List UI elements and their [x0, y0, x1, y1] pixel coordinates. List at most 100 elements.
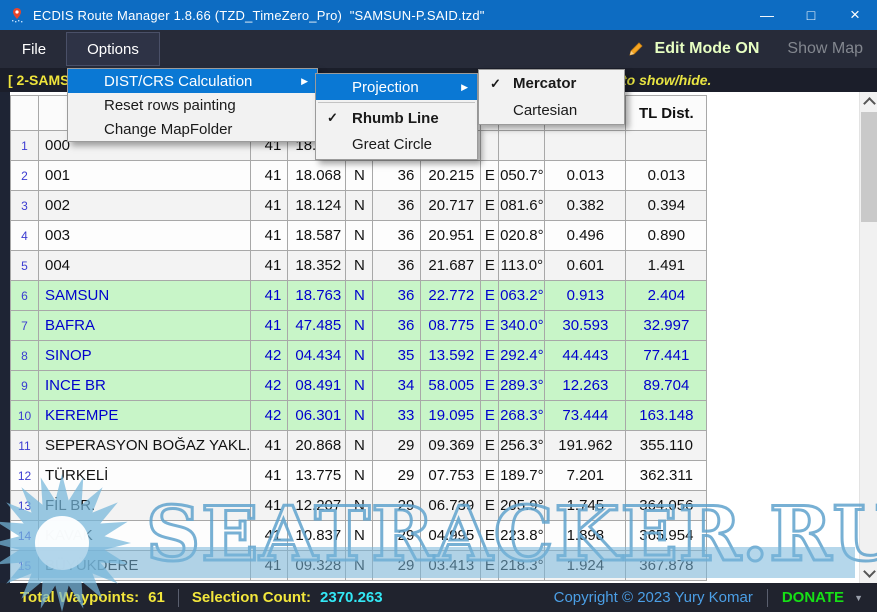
cell-name: INCE BR	[39, 371, 251, 401]
cell-name: SAMSUN	[39, 281, 251, 311]
cell-lon-deg: 29	[373, 491, 421, 521]
submenu-arrow-icon: ▶	[301, 76, 308, 87]
table-row[interactable]: 12 TÜRKELİ 41 13.775 N 29 07.753 E 189.7…	[11, 461, 707, 491]
table-row[interactable]: 4 003 41 18.587 N 36 20.951 E 020.8° 0.4…	[11, 221, 707, 251]
menu-item-change-mapfolder[interactable]: Change MapFolder	[68, 117, 317, 141]
row-number: 14	[11, 521, 39, 551]
cell-lon-deg: 36	[373, 311, 421, 341]
cell-dist: 0.496	[545, 221, 626, 251]
cell-ns: N	[346, 521, 373, 551]
donate-button[interactable]: DONATE	[782, 589, 844, 606]
cell-name: BAFRA	[39, 311, 251, 341]
menu-item-dist-crs-calculation[interactable]: DIST/CRS Calculation ▶	[68, 69, 317, 93]
row-number: 15	[11, 551, 39, 581]
cell-ns: N	[346, 341, 373, 371]
calc-submenu: Projection ▶ ✓ Rhumb Line Great Circle	[315, 73, 478, 160]
vertical-scrollbar[interactable]	[859, 92, 877, 583]
table-row[interactable]: 8 SINOP 42 04.434 N 35 13.592 E 292.4° 4…	[11, 341, 707, 371]
table-row[interactable]: 7 BAFRA 41 47.485 N 36 08.775 E 340.0° 3…	[11, 311, 707, 341]
table-row[interactable]: 10 KEREMPE 42 06.301 N 33 19.095 E 268.3…	[11, 401, 707, 431]
menu-item-label: Change MapFolder	[104, 121, 232, 138]
cell-dist: 0.601	[545, 251, 626, 281]
cell-lat-deg: 41	[251, 281, 288, 311]
cell-ns: N	[346, 221, 373, 251]
total-waypoints-label: Total Waypoints:	[20, 589, 139, 606]
cell-lon-deg: 34	[373, 371, 421, 401]
menu-item-label: Mercator	[513, 75, 576, 92]
cell-course: 205.9°	[499, 491, 545, 521]
cell-dist: 1.924	[545, 551, 626, 581]
cell-tl-dist	[626, 131, 707, 161]
menu-item-label: Rhumb Line	[352, 110, 439, 127]
scrollbar-thumb[interactable]	[861, 112, 877, 222]
menu-file[interactable]: File	[10, 32, 58, 66]
total-waypoints-value: 61	[148, 589, 165, 606]
cell-ew	[481, 131, 499, 161]
edit-mode-toggle[interactable]: Edit Mode ON	[655, 40, 760, 58]
table-row[interactable]: 9 INCE BR 42 08.491 N 34 58.005 E 289.3°…	[11, 371, 707, 401]
cell-ns: N	[346, 251, 373, 281]
cell-lon-min: 13.592	[421, 341, 481, 371]
cell-name: TÜRKELİ	[39, 461, 251, 491]
cell-course: 063.2°	[499, 281, 545, 311]
cell-lat-min: 08.491	[288, 371, 346, 401]
menu-item-mercator[interactable]: ✓ Mercator	[479, 70, 624, 97]
row-number: 10	[11, 401, 39, 431]
cell-course: 020.8°	[499, 221, 545, 251]
menu-item-label: Reset rows painting	[104, 97, 236, 114]
cell-name: 003	[39, 221, 251, 251]
cell-lat-deg: 42	[251, 371, 288, 401]
cell-ew: E	[481, 371, 499, 401]
table-body: 1 000 41 18.060 2 001 41 18.068 N 36 20.…	[11, 131, 707, 581]
menu-item-rhumb-line[interactable]: ✓ Rhumb Line	[316, 105, 477, 131]
cell-name: 004	[39, 251, 251, 281]
minimize-button[interactable]: —	[745, 0, 789, 30]
cell-lon-deg: 35	[373, 341, 421, 371]
cell-lat-deg: 41	[251, 311, 288, 341]
content-area: TL Dist. 1 000 41 18.060 2 001 41 18.068…	[0, 92, 877, 583]
cell-tl-dist: 365.954	[626, 521, 707, 551]
table-row[interactable]: 15 BÜYÜKDERE 41 09.328 N 29 03.413 E 218…	[11, 551, 707, 581]
menubar-right: Edit Mode ON Show Map	[627, 30, 863, 68]
menu-item-label: DIST/CRS Calculation	[104, 73, 252, 90]
show-map-button[interactable]: Show Map	[787, 40, 863, 58]
table-row[interactable]: 5 004 41 18.352 N 36 21.687 E 113.0° 0.6…	[11, 251, 707, 281]
scroll-up-button[interactable]	[860, 92, 877, 112]
close-button[interactable]: ×	[833, 0, 877, 30]
cell-lon-min: 21.687	[421, 251, 481, 281]
cell-lat-min: 09.328	[288, 551, 346, 581]
cell-dist: 191.962	[545, 431, 626, 461]
scroll-down-button[interactable]	[860, 563, 877, 583]
caret-down-icon[interactable]: ▼	[854, 593, 863, 603]
table-row[interactable]: 14 KAVAK 41 10.837 N 29 04.995 E 223.8° …	[11, 521, 707, 551]
menu-options[interactable]: Options	[66, 32, 160, 66]
cell-tl-dist: 0.013	[626, 161, 707, 191]
cell-lat-deg: 41	[251, 221, 288, 251]
cell-lat-deg: 41	[251, 551, 288, 581]
table-row[interactable]: 2 001 41 18.068 N 36 20.215 E 050.7° 0.0…	[11, 161, 707, 191]
table-row[interactable]: 11 SEPERASYON BOĞAZ YAKL. 41 20.868 N 29…	[11, 431, 707, 461]
cell-course: 113.0°	[499, 251, 545, 281]
table-row[interactable]: 13 FİL BR. 41 12.207 N 29 06.739 E 205.9…	[11, 491, 707, 521]
cell-course: 218.3°	[499, 551, 545, 581]
cell-lon-min: 06.739	[421, 491, 481, 521]
cell-dist	[545, 131, 626, 161]
checkmark-icon: ✓	[490, 76, 501, 92]
table-row[interactable]: 3 002 41 18.124 N 36 20.717 E 081.6° 0.3…	[11, 191, 707, 221]
maximize-button[interactable]: □	[789, 0, 833, 30]
cell-ew: E	[481, 311, 499, 341]
cell-lon-min: 20.951	[421, 221, 481, 251]
cell-ns: N	[346, 551, 373, 581]
menu-item-cartesian[interactable]: Cartesian	[479, 97, 624, 124]
menu-item-great-circle[interactable]: Great Circle	[316, 131, 477, 157]
cell-name: SEPERASYON BOĞAZ YAKL.	[39, 431, 251, 461]
cell-lat-min: 18.587	[288, 221, 346, 251]
menu-item-projection[interactable]: Projection ▶	[316, 74, 477, 100]
cell-lon-min: 58.005	[421, 371, 481, 401]
cell-lon-min: 20.717	[421, 191, 481, 221]
row-number: 3	[11, 191, 39, 221]
cell-dist: 12.263	[545, 371, 626, 401]
table-row[interactable]: 6 SAMSUN 41 18.763 N 36 22.772 E 063.2° …	[11, 281, 707, 311]
menu-item-reset-rows-painting[interactable]: Reset rows painting	[68, 93, 317, 117]
chevron-up-icon	[863, 97, 876, 110]
